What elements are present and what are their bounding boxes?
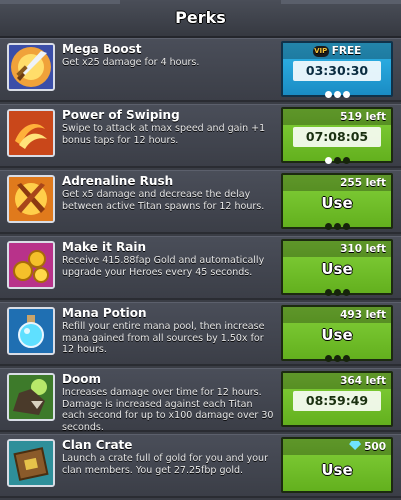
perk-row-adrenaline-rush: Adrenaline Rush Get x5 damage and decrea…: [0, 170, 401, 234]
charge-dot: [333, 355, 341, 362]
adrenaline-rush-button[interactable]: 255 left Use: [281, 173, 393, 230]
potion-icon: [7, 307, 55, 355]
perk-name: Doom: [62, 372, 101, 386]
gold-coins-icon: [7, 241, 55, 289]
perk-name: Clan Crate: [62, 438, 133, 452]
cooldown-timer: 08:59:49: [293, 391, 381, 411]
use-label: Use: [321, 326, 353, 344]
charge-dots: [283, 149, 391, 164]
perk-row-mega-boost: Mega Boost Get x25 damage for 4 hours. V…: [0, 38, 401, 102]
charge-dot: [342, 289, 350, 296]
use-label: Use: [321, 461, 353, 479]
uses-left: 493 left: [283, 307, 391, 323]
charge-dot: [342, 91, 350, 98]
charge-dot: [324, 355, 332, 362]
charge-dots: [283, 83, 391, 98]
doom-button[interactable]: 364 left 08:59:49: [281, 371, 393, 427]
page-title: Perks: [175, 8, 226, 27]
charge-dots: [283, 281, 391, 296]
perk-description: Receive 415.88fap Gold and automatically…: [62, 255, 265, 278]
cooldown-timer: 03:30:30: [293, 61, 381, 81]
gem-icon: [349, 441, 362, 450]
perks-header: Perks: [0, 0, 401, 38]
clan-crate-button[interactable]: 500 Use: [281, 437, 393, 493]
perk-description: Swipe to attack at max speed and gain +1…: [62, 123, 266, 146]
perk-name: Make it Rain: [62, 240, 147, 254]
perk-name: Power of Swiping: [62, 108, 180, 122]
perk-name: Mana Potion: [62, 306, 147, 320]
mega-boost-button[interactable]: VIP FREE 03:30:30: [281, 41, 393, 98]
uses-left: 519 left: [283, 109, 391, 125]
gem-cost-value: 500: [364, 441, 386, 453]
gem-cost: 500: [283, 439, 391, 455]
perk-name: Adrenaline Rush: [62, 174, 174, 188]
crate-icon: [7, 439, 55, 487]
charge-dot: [333, 91, 341, 98]
charge-dot: [342, 157, 350, 164]
charge-dot: [333, 289, 341, 296]
charge-dots: [283, 347, 391, 362]
button-header: VIP FREE: [283, 43, 391, 59]
power-of-swiping-button[interactable]: 519 left 07:08:05: [281, 107, 393, 164]
perk-row-clan-crate: Clan Crate Launch a crate full of gold f…: [0, 434, 401, 498]
charge-dot: [342, 223, 350, 230]
vip-badge-icon: VIP: [312, 46, 329, 57]
perk-row-doom: Doom Increases damage over time for 12 h…: [0, 368, 401, 433]
charge-dot: [324, 289, 332, 296]
make-it-rain-button[interactable]: 310 left Use: [281, 239, 393, 296]
perk-row-power-of-swiping: Power of Swiping Swipe to attack at max …: [0, 104, 401, 168]
charge-dot: [342, 355, 350, 362]
perk-description: Refill your entire mana pool, then incre…: [62, 321, 265, 355]
perk-name: Mega Boost: [62, 42, 142, 56]
perk-description: Increases damage over time for 12 hours.…: [62, 387, 274, 433]
use-label: Use: [321, 260, 353, 278]
charge-dot: [324, 91, 332, 98]
charge-dot-filled: [324, 157, 332, 164]
tab-edge-right: [281, 0, 401, 4]
uses-left: 310 left: [283, 241, 391, 257]
perk-row-make-it-rain: Make it Rain Receive 415.88fap Gold and …: [0, 236, 401, 300]
use-label: Use: [321, 194, 353, 212]
tab-edge-left: [0, 0, 120, 4]
beast-icon: [7, 373, 55, 421]
perk-row-mana-potion: Mana Potion Refill your entire mana pool…: [0, 302, 401, 366]
mana-potion-button[interactable]: 493 left Use: [281, 305, 393, 362]
swipe-icon: [7, 109, 55, 157]
perk-description: Launch a crate full of gold for you and …: [62, 453, 268, 476]
crossed-swords-icon: [7, 175, 55, 223]
sword-icon: [7, 43, 55, 91]
perk-description: Get x25 damage for 4 hours.: [62, 57, 200, 68]
uses-left: 255 left: [283, 175, 391, 191]
cooldown-timer: 07:08:05: [293, 127, 381, 147]
charge-dot: [333, 157, 341, 164]
perk-description: Get x5 damage and decrease the delay bet…: [62, 189, 265, 212]
uses-left: 364 left: [283, 373, 391, 389]
charge-dot: [324, 223, 332, 230]
button-top-text: FREE: [331, 45, 362, 57]
charge-dots: [283, 215, 391, 230]
charge-dot: [333, 223, 341, 230]
